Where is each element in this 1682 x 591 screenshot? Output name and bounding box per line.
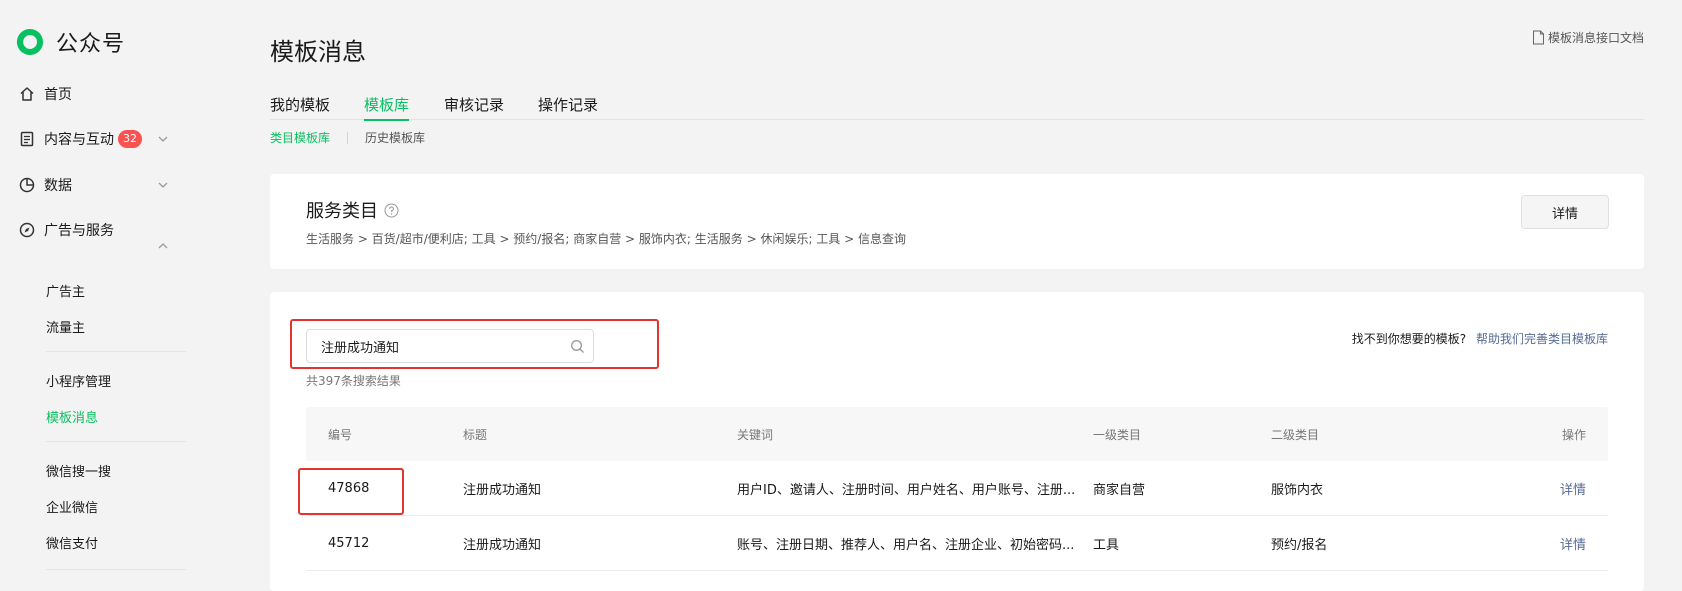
main-tabs: 我的模板 模板库 审核记录 操作记录 bbox=[270, 94, 1644, 121]
search-input[interactable] bbox=[321, 330, 561, 362]
template-keywords: 账号、注册日期、推荐人、用户名、注册企业、初始密码... bbox=[737, 537, 1075, 553]
chevron-up-icon[interactable] bbox=[157, 240, 169, 252]
sidebar-item-miniprogram[interactable]: 小程序管理 bbox=[46, 371, 111, 390]
sidebar-item-wechat-pay[interactable]: 微信支付 bbox=[46, 533, 98, 552]
service-category-title: 服务类目 bbox=[306, 197, 399, 223]
table-header: 编号 标题 关键词 一级类目 二级类目 操作 bbox=[306, 407, 1608, 461]
template-title: 注册成功通知 bbox=[463, 537, 542, 553]
nav-ads-services[interactable]: 广告与服务 bbox=[18, 220, 114, 240]
template-detail-link[interactable]: 详情 bbox=[1560, 461, 1586, 515]
template-primary-category: 商家自营 bbox=[1093, 482, 1146, 498]
tab-template-library[interactable]: 模板库 bbox=[364, 94, 410, 121]
template-secondary-category: 服饰内衣 bbox=[1271, 482, 1324, 498]
tab-review-records[interactable]: 审核记录 bbox=[444, 94, 504, 120]
subtab-divider bbox=[347, 131, 349, 144]
compass-icon bbox=[19, 222, 35, 238]
subtab-history-library[interactable]: 历史模板库 bbox=[365, 129, 425, 146]
sidebar-divider bbox=[46, 569, 186, 570]
annotation-highlight-box bbox=[298, 468, 404, 515]
table-row: 47868 注册成功通知 用户ID、邀请人、注册时间、用户姓名、用户账号、注册.… bbox=[306, 461, 1608, 516]
column-header-keywords: 关键词 bbox=[737, 427, 774, 442]
sidebar: 公众号 首页 内容与互动 32 数据 广告与服务 广告主 流量主 小程序管理 模… bbox=[0, 0, 208, 591]
template-primary-category: 工具 bbox=[1093, 537, 1120, 553]
search-box bbox=[306, 329, 594, 363]
sidebar-item-template-message[interactable]: 模板消息 bbox=[46, 407, 98, 426]
sidebar-divider bbox=[46, 351, 186, 352]
sidebar-item-wecom[interactable]: 企业微信 bbox=[46, 497, 98, 516]
nav-data-label: 数据 bbox=[44, 178, 72, 194]
template-detail-link[interactable]: 详情 bbox=[1560, 516, 1586, 570]
template-secondary-category: 预约/报名 bbox=[1271, 537, 1328, 553]
template-title: 注册成功通知 bbox=[463, 482, 542, 498]
page-title: 模板消息 bbox=[270, 38, 366, 66]
nav-content-label: 内容与互动 bbox=[44, 132, 114, 148]
column-header-id: 编号 bbox=[328, 427, 353, 442]
api-doc-link-label: 模板消息接口文档 bbox=[1547, 31, 1644, 45]
template-keywords: 用户ID、邀请人、注册时间、用户姓名、用户账号、注册... bbox=[737, 482, 1076, 498]
service-category-path: 生活服务 > 百货/超市/便利店; 工具 > 预约/报名; 商家自营 > 服饰内… bbox=[306, 232, 906, 246]
search-icon[interactable] bbox=[570, 339, 585, 354]
nav-content-interaction[interactable]: 内容与互动 32 bbox=[18, 129, 142, 149]
question-icon[interactable] bbox=[384, 203, 399, 218]
search-result-count: 共397条搜索结果 bbox=[306, 374, 401, 388]
service-detail-button[interactable]: 详情 bbox=[1521, 195, 1609, 229]
improve-library-link[interactable]: 帮助我们完善类目模板库 bbox=[1476, 332, 1608, 346]
sidebar-divider bbox=[46, 441, 186, 442]
chevron-down-icon[interactable] bbox=[157, 133, 169, 145]
template-search-card: 共397条搜索结果 找不到你想要的模板? 帮助我们完善类目模板库 编号 标题 关… bbox=[270, 292, 1644, 591]
document-icon bbox=[20, 131, 34, 147]
tab-operation-records[interactable]: 操作记录 bbox=[538, 94, 598, 120]
template-table: 编号 标题 关键词 一级类目 二级类目 操作 47868 注册成功通知 用户ID… bbox=[306, 407, 1608, 571]
service-category-card: 服务类目 生活服务 > 百货/超市/便利店; 工具 > 预约/报名; 商家自营 … bbox=[270, 174, 1644, 269]
table-row: 45712 注册成功通知 账号、注册日期、推荐人、用户名、注册企业、初始密码..… bbox=[306, 516, 1608, 571]
tab-my-templates[interactable]: 我的模板 bbox=[270, 94, 330, 120]
subtab-category-library[interactable]: 类目模板库 bbox=[270, 129, 330, 146]
sidebar-item-advertiser[interactable]: 广告主 bbox=[46, 281, 85, 300]
column-header-primary-category: 一级类目 bbox=[1093, 427, 1142, 442]
chevron-down-icon[interactable] bbox=[157, 179, 169, 191]
file-icon bbox=[1532, 30, 1544, 45]
sub-tabs: 类目模板库 历史模板库 bbox=[270, 129, 425, 146]
unread-badge: 32 bbox=[118, 130, 142, 148]
logo[interactable]: 公众号 bbox=[14, 26, 125, 58]
nav-ads-label: 广告与服务 bbox=[44, 223, 114, 239]
pie-chart-icon bbox=[19, 177, 35, 193]
nav-home-label: 首页 bbox=[44, 87, 72, 103]
app-name: 公众号 bbox=[56, 32, 126, 57]
api-doc-link[interactable]: 模板消息接口文档 bbox=[1532, 29, 1644, 46]
sidebar-item-publisher[interactable]: 流量主 bbox=[46, 317, 85, 336]
sidebar-item-wechat-search[interactable]: 微信搜一搜 bbox=[46, 461, 111, 480]
missing-template-help: 找不到你想要的模板? 帮助我们完善类目模板库 bbox=[1352, 330, 1608, 347]
column-header-action: 操作 bbox=[1561, 427, 1586, 442]
column-header-title: 标题 bbox=[463, 427, 488, 442]
nav-data[interactable]: 数据 bbox=[18, 175, 72, 195]
missing-template-text: 找不到你想要的模板? bbox=[1351, 332, 1467, 346]
column-header-secondary-category: 二级类目 bbox=[1271, 427, 1320, 442]
nav-home[interactable]: 首页 bbox=[18, 84, 72, 104]
home-icon bbox=[20, 87, 34, 101]
template-id: 45712 bbox=[328, 535, 370, 551]
official-account-logo-icon bbox=[16, 28, 44, 56]
service-category-title-text: 服务类目 bbox=[306, 201, 378, 222]
